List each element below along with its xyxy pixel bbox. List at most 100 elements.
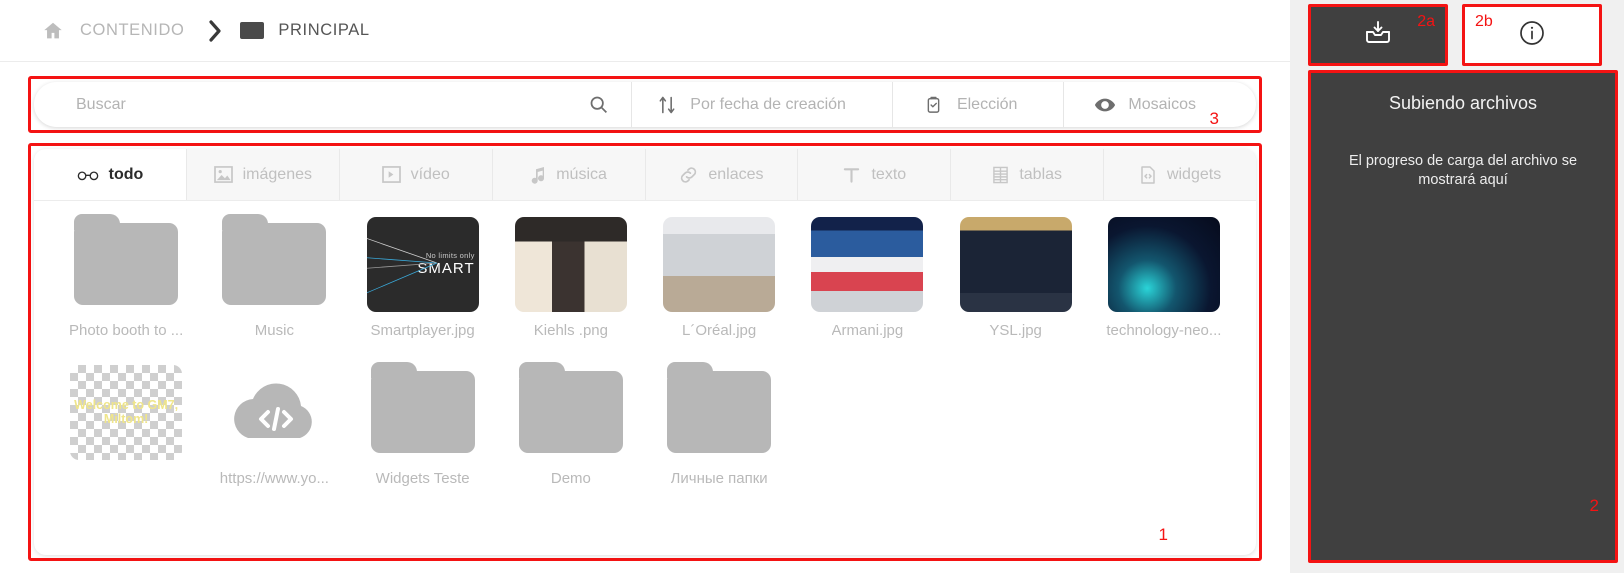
- tab-video[interactable]: vídeo: [339, 149, 493, 200]
- info-circle-icon: [1517, 18, 1547, 53]
- folder-thumbnail: [515, 362, 627, 461]
- tab-label: texto: [871, 165, 907, 183]
- file-name: Armani.jpg: [831, 322, 904, 339]
- home-icon[interactable]: [40, 18, 66, 44]
- content-highlight-box: todo imágenes vídeo música enlaces texto…: [28, 143, 1262, 561]
- file-name: https://www.yo...: [219, 470, 329, 487]
- annotation-1: 1: [1158, 525, 1168, 544]
- image-thumbnail: No limits only SMART: [366, 215, 479, 313]
- file-name: Kiehls .png: [533, 322, 608, 339]
- image-thumbnail: [1107, 215, 1220, 313]
- breadcrumb-root-label[interactable]: CONTENIDO: [80, 21, 184, 40]
- table-icon: [992, 166, 1009, 184]
- tab-todo[interactable]: todo: [34, 149, 187, 200]
- tab-label: imágenes: [242, 165, 312, 183]
- file-manager-app: CONTENIDO PRINCIPAL Buscar Por fecha de …: [0, 0, 1624, 573]
- tab-musica[interactable]: música: [492, 149, 646, 200]
- tab-label: enlaces: [708, 165, 764, 183]
- sort-label: Por fecha de creación: [690, 95, 846, 113]
- image-thumbnail: [959, 215, 1072, 313]
- upload-progress-panel: Subiendo archivos El progreso de carga d…: [1311, 73, 1615, 560]
- folder-thumbnail: [70, 214, 182, 313]
- file-item[interactable]: Widgets Teste: [349, 362, 497, 511]
- file-grid: Photo booth to ... Music No limits only …: [34, 201, 1256, 555]
- folder-thumbnail: [663, 362, 775, 461]
- cloud-code-icon: [222, 373, 326, 451]
- file-item[interactable]: Welcome to GM7, Miltom!: [52, 363, 200, 511]
- chevron-right-icon: [206, 18, 224, 44]
- file-item[interactable]: Личные папки: [645, 362, 793, 511]
- annotation-2a: 2a: [1417, 13, 1435, 30]
- sort-icon: [656, 95, 678, 115]
- annotation-2b: 2b: [1475, 13, 1493, 30]
- tab-label: widgets: [1166, 165, 1222, 183]
- selection-label: Elección: [956, 95, 1018, 113]
- tab-texto[interactable]: texto: [798, 149, 952, 200]
- link-thumbnail: [218, 363, 330, 461]
- link-icon: [679, 166, 698, 184]
- selection-control[interactable]: Elección: [891, 82, 1063, 127]
- breadcrumb: CONTENIDO PRINCIPAL: [0, 0, 1290, 62]
- tab-label: música: [556, 165, 607, 183]
- image-icon: [213, 166, 233, 183]
- file-name: Smartplayer.jpg: [370, 322, 475, 339]
- file-item[interactable]: L´Oréal.jpg: [645, 215, 793, 363]
- file-item[interactable]: No limits only SMART Smartplayer.jpg: [349, 215, 497, 363]
- transparent-image-thumbnail: Welcome to GM7, Miltom!: [70, 363, 183, 461]
- search-field[interactable]: [34, 82, 631, 127]
- folder-thumbnail: [218, 214, 330, 313]
- file-name: Личные папки: [670, 470, 768, 487]
- image-thumbnail: [663, 215, 776, 313]
- toolbar-highlight-box: Por fecha de creación Elección: [28, 76, 1262, 133]
- glasses-icon: [77, 168, 99, 182]
- upload-panel-title: Subiendo archivos: [1388, 93, 1538, 113]
- text-t-icon: [842, 166, 861, 184]
- upload-tray-icon: [1363, 18, 1393, 53]
- tab-tablas[interactable]: tablas: [951, 149, 1105, 200]
- main-column: CONTENIDO PRINCIPAL Buscar Por fecha de …: [0, 0, 1290, 573]
- view-mode-control[interactable]: Mosaicos: [1063, 82, 1256, 127]
- eye-icon: [1094, 97, 1116, 113]
- clipboard-check-icon: [923, 95, 945, 115]
- file-name: YSL.jpg: [989, 322, 1042, 339]
- tab-label: vídeo: [410, 165, 450, 183]
- file-item[interactable]: Music: [200, 214, 348, 363]
- upload-panel-highlight-box: Subiendo archivos El progreso de carga d…: [1308, 70, 1618, 563]
- file-name: Music: [254, 322, 294, 339]
- upload-button-highlight-box: 2a: [1308, 4, 1448, 66]
- toolbar: Por fecha de creación Elección: [34, 82, 1256, 127]
- filter-tabs: todo imágenes vídeo música enlaces texto…: [34, 149, 1256, 201]
- folder-thumbnail: [367, 362, 479, 461]
- file-name: L´Oréal.jpg: [682, 322, 757, 339]
- annotation-3: 3: [1209, 109, 1219, 128]
- tab-label: todo: [108, 165, 144, 183]
- search-icon[interactable]: [588, 94, 609, 115]
- music-note-icon: [530, 166, 546, 184]
- sidebar-actions: 2a 2b: [1290, 0, 1624, 66]
- video-icon: [381, 166, 401, 183]
- thumbnail-overlay-text: Welcome to GM7, Miltom!: [74, 398, 179, 426]
- search-input[interactable]: [76, 95, 579, 114]
- file-name: Widgets Teste: [375, 470, 470, 487]
- image-thumbnail: [811, 215, 924, 313]
- tab-widgets[interactable]: widgets: [1104, 149, 1256, 200]
- view-mode-label: Mosaicos: [1128, 95, 1196, 113]
- annotation-2: 2: [1589, 496, 1599, 515]
- file-item[interactable]: Photo booth to ...: [52, 214, 200, 363]
- content-card: todo imágenes vídeo música enlaces texto…: [34, 149, 1256, 555]
- file-item[interactable]: technology-neo...: [1090, 215, 1238, 363]
- tab-enlaces[interactable]: enlaces: [645, 149, 799, 200]
- file-item[interactable]: https://www.yo...: [200, 363, 348, 511]
- file-item[interactable]: Armani.jpg: [793, 215, 941, 363]
- info-button-highlight-box: 2b: [1462, 4, 1602, 66]
- file-name: Photo booth to ...: [68, 322, 184, 339]
- tab-label: tablas: [1019, 165, 1063, 183]
- file-name: technology-neo...: [1106, 322, 1222, 339]
- file-item[interactable]: YSL.jpg: [942, 215, 1090, 363]
- folder-icon: [240, 22, 265, 39]
- file-item[interactable]: Demo: [497, 362, 645, 511]
- tab-imagenes[interactable]: imágenes: [186, 149, 340, 200]
- file-item[interactable]: Kiehls .png: [497, 215, 645, 363]
- image-thumbnail: [514, 215, 627, 313]
- sort-control[interactable]: Por fecha de creación: [631, 82, 892, 127]
